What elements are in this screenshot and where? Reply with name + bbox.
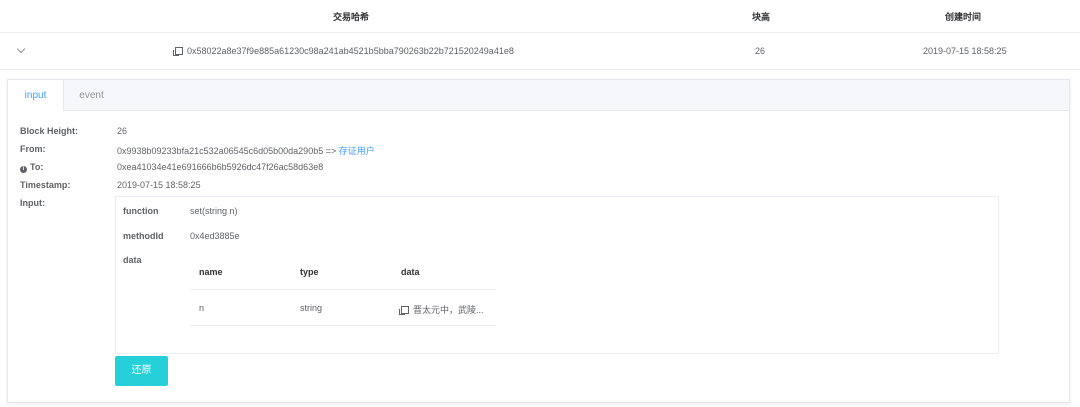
timestamp-label: Timestamp: (20, 180, 71, 190)
block-height-value: 26 (117, 126, 128, 136)
restore-button[interactable]: 还原 (115, 356, 168, 386)
data-row-value-wrap: 晋太元中，武陵... (399, 303, 484, 316)
hash-cell: 0x58022a8e37f9e885a61230c98a241ab4521b5b… (173, 46, 514, 56)
tab-bar: input event (8, 80, 1069, 111)
chevron-down-icon[interactable] (16, 44, 26, 54)
tab-event[interactable]: event (64, 80, 119, 111)
input-detail-box (115, 196, 999, 354)
data-header-divider (190, 289, 496, 290)
block-height-cell: 26 (755, 46, 766, 56)
to-label: To: (30, 162, 44, 172)
data-col-data: data (401, 267, 420, 277)
from-user-link[interactable]: 存证用户 (339, 146, 375, 156)
from-label: From: (20, 144, 46, 154)
column-header-hash: 交易哈希 (333, 12, 370, 22)
function-label: function (123, 206, 159, 216)
copy-icon[interactable] (399, 306, 409, 315)
data-col-name: name (199, 267, 223, 277)
to-value: 0xea41034e41e691666b6b5926dc47f26ac58d63… (117, 162, 324, 172)
column-header-created: 创建时间 (945, 12, 982, 22)
from-value-wrap: 0x9938b09233bfa21c532a06545c6d05b00da290… (117, 144, 375, 157)
created-time-cell: 2019-07-15 18:58:25 (923, 46, 1007, 56)
from-address: 0x9938b09233bfa21c532a06545c6d05b00da290… (117, 146, 337, 156)
data-row-type: string (300, 303, 323, 313)
to-label-wrap: i To: (20, 162, 43, 173)
data-label: data (123, 255, 142, 265)
copy-icon[interactable] (173, 47, 183, 56)
tab-input[interactable]: input (8, 80, 64, 111)
timestamp-value: 2019-07-15 18:58:25 (117, 180, 201, 190)
row-divider (0, 69, 1080, 70)
table-row[interactable]: 0x58022a8e37f9e885a61230c98a241ab4521b5b… (0, 33, 1080, 69)
data-row-value: 晋太元中，武陵... (413, 305, 484, 315)
data-col-type: type (300, 267, 319, 277)
methodid-label: methodId (123, 231, 164, 241)
data-row-divider (190, 325, 496, 326)
info-icon: i (20, 166, 27, 173)
transaction-hash: 0x58022a8e37f9e885a61230c98a241ab4521b5b… (187, 46, 514, 56)
function-value: set(string n) (190, 206, 238, 216)
methodid-value: 0x4ed3885e (190, 231, 240, 241)
block-height-label: Block Height: (20, 126, 79, 136)
input-label: Input: (20, 198, 45, 208)
column-header-height: 块高 (752, 12, 771, 22)
data-row-name: n (199, 303, 205, 313)
